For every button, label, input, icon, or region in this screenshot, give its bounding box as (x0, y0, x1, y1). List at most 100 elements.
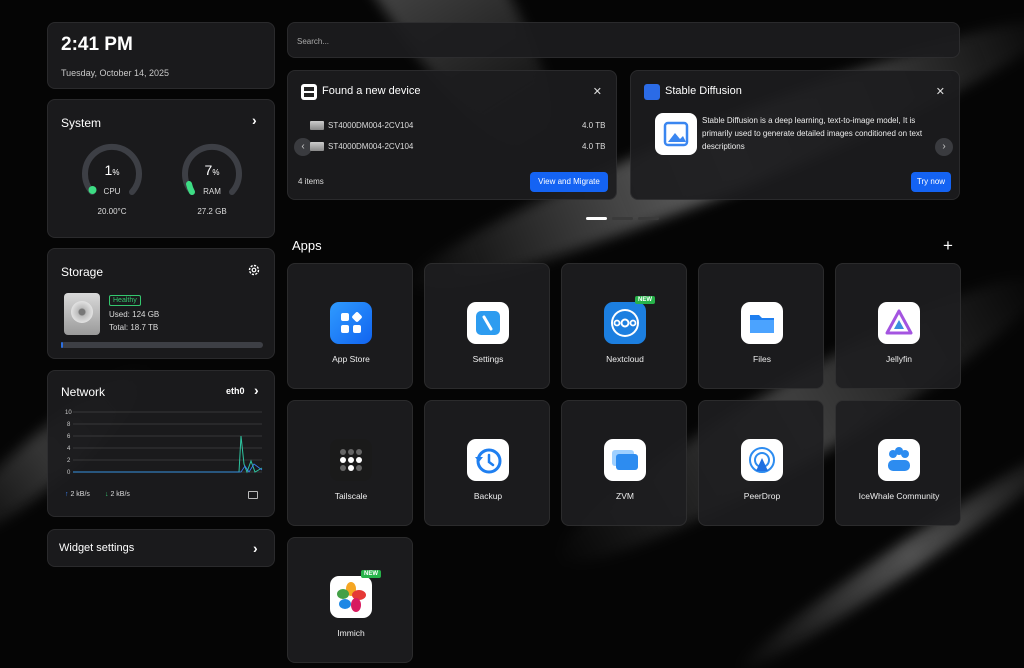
download-arrow-icon: ↓ (105, 491, 109, 498)
app-name: Immich (337, 628, 365, 638)
upload-rate: ↑ 2 kB/s (65, 491, 90, 498)
y-tick: 0 (67, 470, 71, 476)
ram-gauge: 7% RAM (181, 142, 243, 204)
nextcloud-icon (604, 302, 646, 344)
app-tile-jellyfin[interactable]: Jellyfin (835, 263, 961, 389)
upload-arrow-icon: ↑ (65, 491, 69, 498)
app-name: Files (753, 354, 771, 364)
add-app-icon[interactable]: + (943, 236, 953, 256)
new-badge: NEW (361, 570, 381, 578)
jellyfin-icon (878, 302, 920, 344)
system-widget: System › 1% CPU 20.00°C 7% RAM 27.2 GB (47, 99, 275, 238)
try-now-button[interactable]: Try now (911, 172, 951, 192)
app-tile-peerdrop[interactable]: PeerDrop (698, 400, 824, 526)
zvm-icon (604, 439, 646, 481)
download-series (73, 435, 263, 474)
chevron-right-icon: › (253, 540, 258, 556)
carousel-dot[interactable] (612, 217, 633, 220)
storage-total: Total: 18.7 TB (109, 323, 159, 332)
app-tile-icewhale-community[interactable]: IceWhale Community (835, 400, 961, 526)
app-tile-tailscale[interactable]: Tailscale (287, 400, 413, 526)
sd-card-title: Stable Diffusion (665, 85, 742, 97)
cpu-temp: 20.00°C (97, 207, 127, 216)
system-chevron-right-icon[interactable]: › (252, 112, 257, 128)
network-chevron-right-icon[interactable]: › (254, 382, 259, 398)
app-tile-settings[interactable]: Settings (424, 263, 550, 389)
storage-title: Storage (61, 265, 104, 279)
device-row: ST4000DM004-2CV104 4.0 TB (310, 121, 610, 131)
storage-used: Used: 124 GB (109, 310, 160, 319)
new-device-card: Found a new device ✕ ‹ ST4000DM004-2CV10… (287, 70, 617, 200)
device-card-title: Found a new device (322, 85, 421, 97)
network-interface: eth0 (226, 386, 245, 396)
network-title: Network (61, 385, 106, 399)
close-icon[interactable]: ✕ (593, 85, 602, 98)
monitor-icon[interactable] (248, 491, 258, 499)
app-name: IceWhale Community (858, 491, 940, 501)
backup-icon (467, 439, 509, 481)
view-and-migrate-button[interactable]: View and Migrate (530, 172, 608, 192)
ram-label: RAM (203, 187, 221, 196)
icewhale-community-icon (878, 439, 920, 481)
app-store-icon (330, 302, 372, 344)
storage-progress-fill (61, 342, 64, 348)
app-name: Tailscale (334, 491, 368, 501)
carousel-dot[interactable] (638, 217, 659, 220)
network-widget: Network eth0 › 10 8 6 4 2 0 ↑ 2 kB/s ↓ 2… (47, 370, 275, 517)
app-name: Jellyfin (886, 354, 912, 364)
search-bar[interactable] (287, 22, 960, 58)
cpu-unit: % (112, 168, 120, 177)
app-tile-nextcloud[interactable]: NEW Nextcloud (561, 263, 687, 389)
device-count: 4 items (298, 177, 324, 186)
stable-diffusion-card: Stable Diffusion ✕ Stable Diffusion is a… (630, 70, 960, 200)
app-name: Nextcloud (606, 354, 644, 364)
y-tick: 10 (65, 410, 72, 416)
stable-diffusion-app-icon (655, 113, 697, 155)
cpu-label: CPU (103, 187, 121, 196)
app-tile-immich[interactable]: NEW Immich (287, 537, 413, 663)
clock-time: 2:41 PM (61, 34, 133, 55)
settings-icon (467, 302, 509, 344)
download-rate: ↓ 2 kB/s (105, 491, 130, 498)
immich-icon (330, 576, 372, 618)
widget-settings-label: Widget settings (59, 542, 135, 554)
app-name: PeerDrop (743, 491, 781, 501)
peerdrop-icon (741, 439, 783, 481)
app-name: ZVM (616, 491, 634, 501)
app-tile-app-store[interactable]: App Store (287, 263, 413, 389)
hard-disk-icon (310, 121, 324, 131)
upload-series (73, 463, 263, 473)
app-name: App Store (332, 354, 370, 364)
new-badge: NEW (635, 296, 655, 304)
files-icon (741, 302, 783, 344)
storage-widget: Storage Healthy Used: 124 GB Total: 18.7… (47, 248, 275, 359)
clock-date: Tuesday, October 14, 2025 (61, 68, 170, 78)
carousel-dot[interactable] (586, 217, 607, 220)
widget-settings-button[interactable]: Widget settings › (47, 529, 275, 567)
close-icon[interactable]: ✕ (936, 85, 945, 98)
gear-icon[interactable] (247, 263, 261, 282)
ram-unit: % (212, 168, 220, 177)
y-tick: 4 (67, 446, 71, 452)
stable-diffusion-icon (644, 84, 660, 100)
app-tile-zvm[interactable]: ZVM (561, 400, 687, 526)
device-found-icon (301, 84, 317, 100)
search-input[interactable] (297, 33, 937, 49)
storage-progress-bar (61, 342, 263, 348)
apps-title: Apps (292, 238, 322, 253)
app-name: Backup (473, 491, 503, 501)
clock-widget: 2:41 PM Tuesday, October 14, 2025 (47, 22, 275, 89)
hard-disk-icon (310, 142, 324, 152)
network-chart: 10 8 6 4 2 0 (65, 410, 263, 476)
ram-usage: 27.2 GB (197, 207, 227, 216)
device-row: ST4000DM004-2CV104 4.0 TB (310, 142, 610, 152)
carousel-indicator (586, 217, 659, 220)
cpu-gauge: 1% CPU (81, 142, 143, 204)
app-tile-files[interactable]: Files (698, 263, 824, 389)
hard-disk-icon (64, 293, 100, 335)
chevron-right-icon[interactable]: › (935, 138, 953, 156)
tailscale-icon (330, 439, 372, 481)
app-tile-backup[interactable]: Backup (424, 400, 550, 526)
y-tick: 6 (67, 434, 71, 440)
y-tick: 8 (67, 422, 71, 428)
